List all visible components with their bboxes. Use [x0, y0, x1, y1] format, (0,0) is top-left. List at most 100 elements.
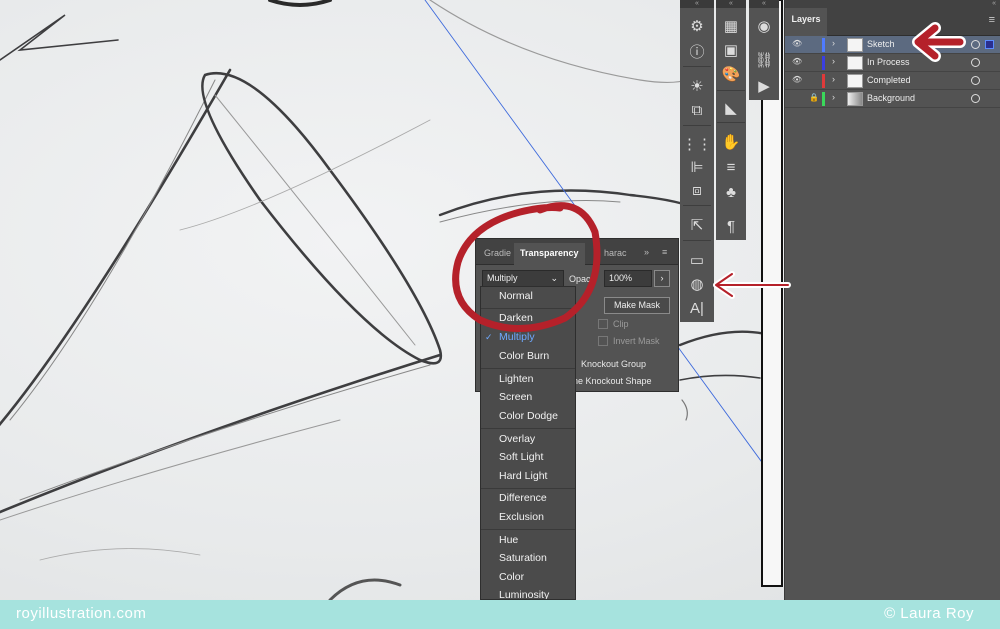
tool-panel-1: « ⚙ ⓘ ☀ ⧉ ⋮⋮ ⊫ ⧈ ⇱ ▭ ◍ A|: [680, 0, 714, 322]
target-circle-icon[interactable]: [971, 94, 980, 103]
menu-item-hue[interactable]: Hue: [481, 531, 575, 550]
transform-icon[interactable]: ⧉: [683, 98, 711, 122]
tool-panel-2: « ▦ ▣ 🎨 ◣ ✋ ≡ ♣ ¶: [716, 0, 746, 240]
menu-item-luminosity[interactable]: Luminosity: [481, 586, 575, 599]
layer-row-background[interactable]: 🔒 › Background: [785, 90, 1000, 108]
paragraph-lines-icon[interactable]: ≡: [717, 155, 745, 179]
layers-tabbar: « Layers ≡: [785, 0, 1000, 36]
opacity-label: Opac: [569, 274, 591, 284]
layer-row-in-process[interactable]: 👁 › In Process: [785, 54, 1000, 72]
transparency-tabbar: Gradie Transparency harac » ≡: [476, 239, 678, 265]
info-icon[interactable]: ⓘ: [683, 39, 711, 63]
type-icon[interactable]: A|: [683, 296, 711, 320]
chevron-right-icon[interactable]: ›: [832, 38, 835, 48]
symbols-icon[interactable]: ▣: [717, 38, 745, 62]
make-mask-button[interactable]: Make Mask: [604, 297, 670, 314]
footer-bar: royillustration.com © Laura Roy: [0, 600, 1000, 629]
knockout-shape-checkbox[interactable]: ne Knockout Shape: [573, 376, 652, 386]
club-icon[interactable]: ♣: [717, 180, 745, 204]
invert-mask-label: Invert Mask: [613, 336, 660, 346]
layer-thumbnail: [847, 74, 863, 88]
menu-item-lighten[interactable]: Lighten: [481, 370, 575, 389]
puppet-icon[interactable]: ✋: [717, 130, 745, 154]
menu-item-darken[interactable]: Darken: [481, 309, 575, 328]
panel-menu-icon[interactable]: ≡: [989, 14, 995, 26]
navigator-icon[interactable]: ◉: [750, 14, 778, 38]
align-icon[interactable]: ⋮⋮: [682, 132, 712, 156]
chevron-right-icon[interactable]: ›: [832, 56, 835, 66]
eye-icon[interactable]: 👁: [792, 57, 804, 66]
pathfinder-icon[interactable]: ⧈: [683, 178, 711, 202]
collapse-handle[interactable]: «: [680, 0, 714, 8]
tab-gradient[interactable]: Gradie: [484, 248, 511, 258]
eye-icon[interactable]: 👁: [792, 75, 804, 84]
export-icon[interactable]: ⇱: [683, 213, 711, 237]
layer-name[interactable]: In Process: [867, 57, 910, 67]
layer-color-swatch: [822, 92, 825, 106]
opacity-slider-button[interactable]: ›: [654, 270, 670, 287]
tool-panel-3: « ◉ ⛓ ▶: [749, 0, 779, 100]
menu-item-screen[interactable]: Screen: [481, 388, 575, 407]
layer-thumbnail: [847, 92, 863, 106]
copyright-text: © Laura Roy: [884, 605, 974, 622]
blend-mode-menu[interactable]: Normal Darken ✓ Multiply Color Burn Ligh…: [480, 286, 576, 600]
target-circle-icon[interactable]: [971, 76, 980, 85]
layer-thumbnail: [847, 56, 863, 70]
menu-item-multiply[interactable]: ✓ Multiply: [481, 328, 575, 347]
target-circle-icon[interactable]: [971, 58, 980, 67]
align-left-icon[interactable]: ⊫: [683, 155, 711, 179]
panel-menu-icon[interactable]: ≡: [662, 247, 667, 257]
collapse-handle[interactable]: «: [749, 0, 779, 8]
chevron-right-icon[interactable]: ›: [832, 92, 835, 102]
swatches-icon[interactable]: ▦: [717, 14, 745, 38]
layer-name[interactable]: Sketch: [867, 39, 895, 49]
selection-indicator[interactable]: [985, 40, 994, 49]
site-url[interactable]: royillustration.com: [16, 605, 146, 622]
blend-mode-select[interactable]: Multiply ⌄: [482, 270, 564, 287]
lock-icon[interactable]: 🔒: [809, 93, 821, 102]
clip-checkbox[interactable]: [598, 319, 608, 329]
sun-icon[interactable]: ☀: [683, 74, 711, 98]
gear-icon[interactable]: ⚙: [683, 14, 711, 38]
expand-panel-icon[interactable]: »: [644, 247, 649, 257]
menu-item-overlay[interactable]: Overlay: [481, 430, 575, 449]
gradient-icon[interactable]: ▭: [683, 248, 711, 272]
knockout-group-checkbox[interactable]: Knockout Group: [581, 359, 646, 369]
eye-icon[interactable]: 👁: [792, 39, 804, 48]
opacity-input[interactable]: 100%: [604, 270, 652, 287]
menu-item-difference[interactable]: Difference: [481, 489, 575, 508]
layer-color-swatch: [822, 56, 825, 70]
invert-mask-checkbox[interactable]: [598, 336, 608, 346]
layer-thumbnail: [847, 38, 863, 52]
collapse-handle[interactable]: «: [716, 0, 746, 8]
chevron-right-icon[interactable]: ›: [832, 74, 835, 84]
tab-transparency[interactable]: Transparency: [514, 243, 585, 265]
layer-row-completed[interactable]: 👁 › Completed: [785, 72, 1000, 90]
menu-item-normal[interactable]: Normal: [481, 287, 575, 306]
target-circle-icon[interactable]: [971, 40, 980, 49]
palette-icon[interactable]: 🎨: [717, 62, 745, 86]
link-icon[interactable]: ⛓: [750, 48, 778, 72]
play-icon[interactable]: ▶: [750, 74, 778, 98]
layer-name[interactable]: Background: [867, 93, 915, 103]
menu-item-exclusion[interactable]: Exclusion: [481, 508, 575, 527]
layer-color-swatch: [822, 74, 825, 88]
layers-panel: « Layers ≡ 👁 › Sketch 👁 › In Process 👁 ›…: [784, 0, 1000, 600]
menu-item-soft-light[interactable]: Soft Light: [481, 448, 575, 467]
chevron-down-icon: ⌄: [550, 273, 558, 283]
menu-item-hard-light[interactable]: Hard Light: [481, 467, 575, 486]
tab-layers[interactable]: Layers: [785, 8, 827, 36]
menu-item-color[interactable]: Color: [481, 568, 575, 587]
menu-item-saturation[interactable]: Saturation: [481, 549, 575, 568]
tab-character[interactable]: harac: [604, 248, 627, 258]
pilcrow-icon[interactable]: ¶: [717, 214, 745, 238]
layer-name[interactable]: Completed: [867, 75, 911, 85]
clip-label: Clip: [613, 319, 629, 329]
checkmark-icon: ✓: [485, 332, 493, 342]
stroke-icon[interactable]: ◣: [717, 96, 745, 120]
transparency-icon[interactable]: ◍: [683, 272, 711, 296]
menu-item-color-burn[interactable]: Color Burn: [481, 347, 575, 366]
layer-color-swatch: [822, 38, 825, 52]
menu-item-color-dodge[interactable]: Color Dodge: [481, 407, 575, 426]
layer-row-sketch[interactable]: 👁 › Sketch: [785, 36, 1000, 54]
